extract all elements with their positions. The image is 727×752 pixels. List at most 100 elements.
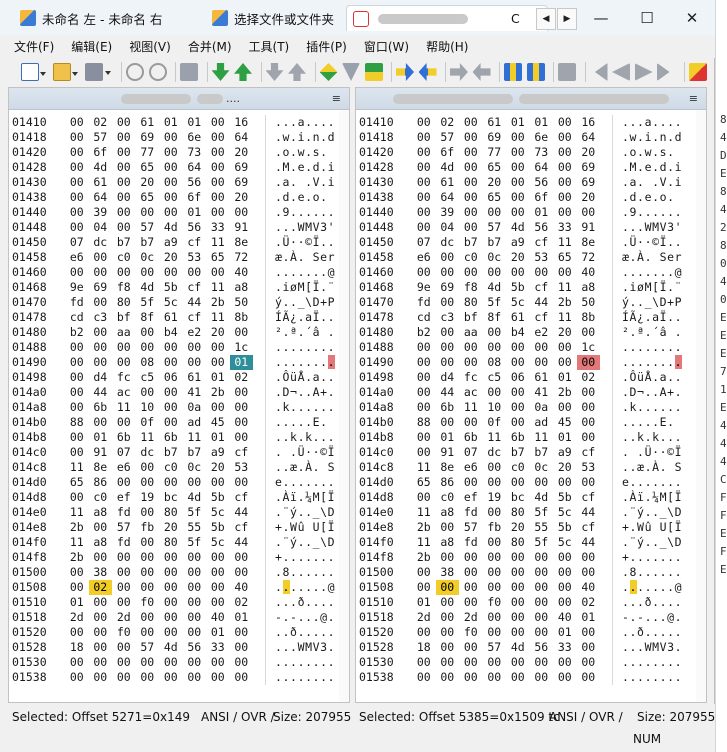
hex-byte[interactable]: 01: [436, 430, 460, 445]
hex-byte[interactable]: b7: [136, 235, 160, 250]
hex-byte[interactable]: 04: [89, 220, 113, 235]
hex-byte[interactable]: 00: [412, 160, 436, 175]
next-file-icon[interactable]: [634, 63, 653, 81]
hex-byte[interactable]: 00: [483, 325, 507, 340]
hex-byte[interactable]: 00: [183, 550, 207, 565]
hex-byte[interactable]: 00: [112, 175, 136, 190]
hex-byte[interactable]: 00: [112, 130, 136, 145]
hex-byte[interactable]: 56: [530, 220, 554, 235]
hex-byte[interactable]: ad: [530, 415, 554, 430]
hex-byte[interactable]: 69: [230, 175, 254, 190]
hex-byte[interactable]: 00: [89, 640, 113, 655]
hex-byte[interactable]: 11: [206, 280, 230, 295]
hex-byte[interactable]: 00: [530, 625, 554, 640]
tab-compare[interactable]: 未命名 左 - 未命名 右: [20, 5, 162, 31]
tab-next-button[interactable]: ▶: [557, 8, 577, 30]
hex-byte[interactable]: 01: [89, 430, 113, 445]
copy-all-right-icon[interactable]: [504, 63, 522, 81]
hex-byte[interactable]: 00: [459, 655, 483, 670]
hex-byte[interactable]: 44: [183, 295, 207, 310]
hex-byte[interactable]: 00: [553, 175, 577, 190]
hex-byte[interactable]: e6: [459, 460, 483, 475]
hex-byte[interactable]: 00: [183, 625, 207, 640]
hex-byte[interactable]: 00: [136, 610, 160, 625]
hex-byte[interactable]: 11: [553, 280, 577, 295]
hex-byte[interactable]: 88: [412, 415, 436, 430]
hex-row[interactable]: 01448 00 04 00 57 4d 56 33 91 ...WMV3': [356, 220, 706, 235]
hex-byte[interactable]: 44: [436, 385, 460, 400]
hex-byte[interactable]: 2d: [412, 610, 436, 625]
hex-byte[interactable]: 00: [553, 265, 577, 280]
hex-byte[interactable]: 5b: [159, 280, 183, 295]
hex-byte[interactable]: c0: [436, 490, 460, 505]
hex-byte[interactable]: 4d: [136, 280, 160, 295]
hex-row[interactable]: 014f0 11 a8 fd 00 80 5f 5c 44 .¨ý.._\D: [9, 535, 349, 550]
hex-byte[interactable]: 00: [65, 130, 89, 145]
hex-byte[interactable]: 01: [553, 370, 577, 385]
hex-byte[interactable]: 00: [230, 325, 254, 340]
hex-byte[interactable]: 88: [65, 415, 89, 430]
hex-byte[interactable]: 4d: [159, 220, 183, 235]
hex-byte[interactable]: 5c: [206, 505, 230, 520]
diff-options-icon[interactable]: [342, 63, 360, 81]
hex-byte[interactable]: 00: [483, 670, 507, 685]
hex-byte[interactable]: 80: [159, 535, 183, 550]
hex-byte[interactable]: 00: [159, 610, 183, 625]
hex-byte[interactable]: 00: [459, 550, 483, 565]
hex-byte[interactable]: 00: [412, 340, 436, 355]
undo-icon[interactable]: [126, 63, 144, 81]
hex-byte[interactable]: 5c: [553, 535, 577, 550]
hex-row[interactable]: 01520 00 00 f0 00 00 00 01 00 ..ð.....: [356, 625, 706, 640]
copy-right-icon[interactable]: [396, 63, 414, 81]
hex-byte[interactable]: 00: [435, 580, 459, 595]
hex-byte[interactable]: 01: [553, 430, 577, 445]
hex-row[interactable]: 01440 00 39 00 00 00 01 00 00.9......: [356, 205, 706, 220]
hex-byte[interactable]: 69: [483, 130, 507, 145]
hex-byte[interactable]: 00: [577, 430, 601, 445]
hex-byte[interactable]: 39: [436, 205, 460, 220]
hex-byte[interactable]: e6: [65, 250, 89, 265]
hex-byte[interactable]: 04: [436, 220, 460, 235]
hex-byte[interactable]: c3: [436, 310, 460, 325]
hex-byte[interactable]: 00: [65, 565, 89, 580]
hex-byte[interactable]: 00: [159, 190, 183, 205]
hex-row[interactable]: 01440 00 39 00 00 00 01 00 00.9......: [9, 205, 349, 220]
hex-byte[interactable]: 00: [183, 265, 207, 280]
hex-byte[interactable]: 20: [230, 190, 254, 205]
hex-byte[interactable]: 20: [577, 190, 601, 205]
hex-byte[interactable]: fd: [112, 505, 136, 520]
hex-byte[interactable]: 20: [206, 325, 230, 340]
hex-byte[interactable]: 5b: [553, 520, 577, 535]
hex-byte[interactable]: 00: [159, 475, 183, 490]
hex-byte[interactable]: 00: [459, 565, 483, 580]
hex-byte[interactable]: 00: [159, 265, 183, 280]
hex-byte[interactable]: 00: [230, 205, 254, 220]
hex-byte[interactable]: 65: [412, 475, 436, 490]
hex-byte[interactable]: 00: [159, 160, 183, 175]
hex-byte[interactable]: 00: [65, 205, 89, 220]
hex-byte[interactable]: 77: [483, 145, 507, 160]
hex-byte[interactable]: 00: [553, 160, 577, 175]
hex-byte[interactable]: 00: [159, 655, 183, 670]
hex-byte[interactable]: 5f: [483, 295, 507, 310]
hex-byte[interactable]: 80: [159, 505, 183, 520]
hex-byte[interactable]: 64: [89, 190, 113, 205]
hex-byte[interactable]: 00: [553, 580, 577, 595]
hex-byte[interactable]: 02: [88, 580, 112, 595]
hex-row[interactable]: 01468 9e 69 f8 4d 5b cf 11 a8 .iøM[Ï.¨: [356, 280, 706, 295]
hex-byte[interactable]: 5b: [206, 490, 230, 505]
hex-byte[interactable]: 00: [89, 595, 113, 610]
hex-byte[interactable]: 20: [159, 520, 183, 535]
hex-byte[interactable]: f0: [112, 625, 136, 640]
hex-byte[interactable]: 00: [530, 265, 554, 280]
hex-byte[interactable]: 01: [229, 355, 253, 370]
hex-byte[interactable]: 00: [136, 625, 160, 640]
hex-byte[interactable]: 44: [577, 535, 601, 550]
hex-byte[interactable]: a8: [89, 535, 113, 550]
hex-byte[interactable]: 08: [136, 355, 160, 370]
hex-row[interactable]: 01418 00 57 00 69 00 6e 00 64 .w.i.n.d: [356, 130, 706, 145]
hex-row[interactable]: 01478 cd c3 bf 8f 61 cf 11 8b ÍÃ¿.aÏ..: [9, 310, 349, 325]
hex-row[interactable]: 01490 00 00 00 08 00 00 00 00........: [356, 355, 706, 370]
hex-byte[interactable]: 00: [89, 325, 113, 340]
hex-byte[interactable]: 00: [230, 625, 254, 640]
